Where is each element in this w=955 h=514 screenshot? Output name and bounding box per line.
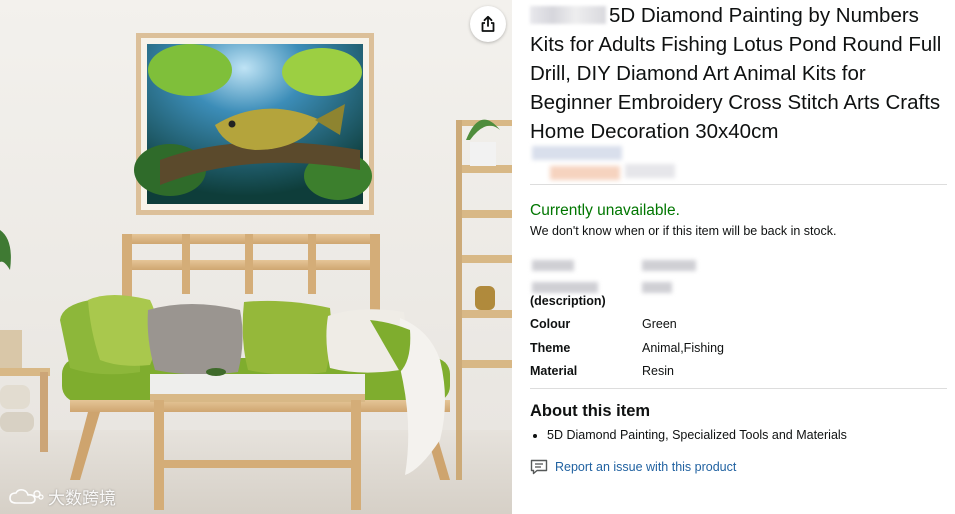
about-bullets: 5D Diamond Painting, Specialized Tools a… <box>530 428 847 442</box>
spec-label-redacted <box>532 260 574 271</box>
availability-note: We don't know when or if this item will … <box>530 224 837 238</box>
product-title: 5D Diamond Painting by Numbers Kits for … <box>530 0 948 146</box>
availability-status: Currently unavailable. <box>530 202 680 219</box>
spec-label: Material <box>530 364 578 378</box>
spec-value: Green <box>642 317 677 331</box>
brand-name-redacted <box>530 6 606 24</box>
watermark: 大数跨境 <box>8 484 116 509</box>
framed-painting <box>134 33 374 215</box>
about-section-title: About this item <box>530 402 651 420</box>
product-details: 5D Diamond Painting by Numbers Kits for … <box>530 0 948 475</box>
divider <box>530 388 947 389</box>
product-page: 大数跨境 5D Diamond Painting by Numbers Kits… <box>0 0 955 514</box>
cloud-logo-icon <box>9 488 44 504</box>
spec-label: Colour <box>530 317 571 331</box>
spec-label-redacted <box>532 282 598 293</box>
product-image[interactable]: 大数跨境 <box>0 0 512 514</box>
report-issue-link[interactable]: Report an issue with this product <box>530 459 736 475</box>
spec-value-redacted <box>642 282 672 293</box>
spec-value: Animal,Fishing <box>642 341 724 355</box>
spec-value: Resin <box>642 364 674 378</box>
comment-flag-icon <box>530 459 548 475</box>
rating-redacted <box>530 144 675 184</box>
spec-value-redacted <box>642 260 696 271</box>
report-issue-label[interactable]: Report an issue with this product <box>555 460 736 474</box>
list-item: 5D Diamond Painting, Specialized Tools a… <box>547 428 847 442</box>
product-title-text: 5D Diamond Painting by Numbers Kits for … <box>530 4 942 143</box>
spec-description-label: (description) <box>530 294 606 308</box>
watermark-text: 大数跨境 <box>48 489 116 509</box>
divider <box>530 184 947 185</box>
spec-label: Theme <box>530 341 571 355</box>
product-photo-scene <box>0 0 512 514</box>
share-button[interactable] <box>470 6 506 42</box>
share-icon <box>481 15 495 32</box>
